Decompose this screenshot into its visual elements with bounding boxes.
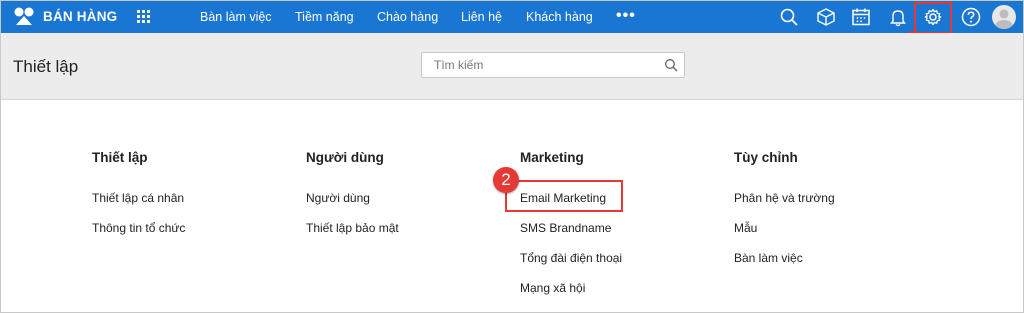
calendar-icon[interactable] [850,6,872,28]
search-icon[interactable] [778,6,800,28]
search-box[interactable] [421,52,685,78]
link-modules-fields[interactable]: Phân hệ và trường [734,191,835,205]
nav-item-quotes[interactable]: Chào hàng [377,10,438,24]
nav-item-leads[interactable]: Tiềm năng [295,10,354,24]
link-templates[interactable]: Mẫu [734,221,757,235]
more-menu-icon[interactable]: ••• [616,7,636,25]
gear-icon[interactable] [922,6,944,28]
settings-column: Thiết lập Thiết lập cá nhân Thông tin tổ… [92,150,185,235]
link-security-settings[interactable]: Thiết lập bảo mật [306,221,399,235]
link-personal-settings[interactable]: Thiết lập cá nhân [92,191,184,205]
column-heading: Tùy chỉnh [734,150,798,165]
nav-item-customers[interactable]: Khách hàng [526,10,593,24]
step-marker-two: 2 [493,167,519,193]
top-navigation-bar: BÁN HÀNG Bàn làm việc Tiềm năng Chào hàn… [1,1,1023,34]
column-heading: Người dùng [306,150,384,165]
bell-icon[interactable] [887,6,909,28]
link-users[interactable]: Người dùng [306,191,370,205]
column-heading: Thiết lập [92,150,148,165]
link-call-center[interactable]: Tổng đài điện thoại [520,251,622,265]
page-title: Thiết lập [13,57,79,76]
app-brand-name[interactable]: BÁN HÀNG [43,9,117,24]
page-header: Thiết lập [1,33,1023,100]
search-input[interactable] [432,57,656,73]
help-icon[interactable] [960,6,982,28]
search-icon[interactable] [664,58,678,72]
apps-grid-icon[interactable] [137,10,151,24]
nav-item-workspace[interactable]: Bàn làm việc [200,10,272,24]
customize-column: Tùy chỉnh Phân hệ và trường Mẫu Bàn làm … [734,150,835,265]
link-workspace[interactable]: Bàn làm việc [734,251,803,265]
users-column: Người dùng Người dùng Thiết lập bảo mật [306,150,399,235]
marketing-column: Marketing Email Marketing SMS Brandname … [520,150,622,295]
avatar[interactable] [992,5,1016,29]
link-organization-info[interactable]: Thông tin tổ chức [92,221,185,235]
column-heading: Marketing [520,150,584,165]
email-marketing-highlight-box [505,180,623,212]
link-sms-brandname[interactable]: SMS Brandname [520,221,611,235]
link-social-network[interactable]: Mạng xã hội [520,281,585,295]
box-icon[interactable] [815,6,837,28]
nav-item-contacts[interactable]: Liên hệ [461,10,502,24]
app-logo-icon[interactable] [13,7,35,27]
